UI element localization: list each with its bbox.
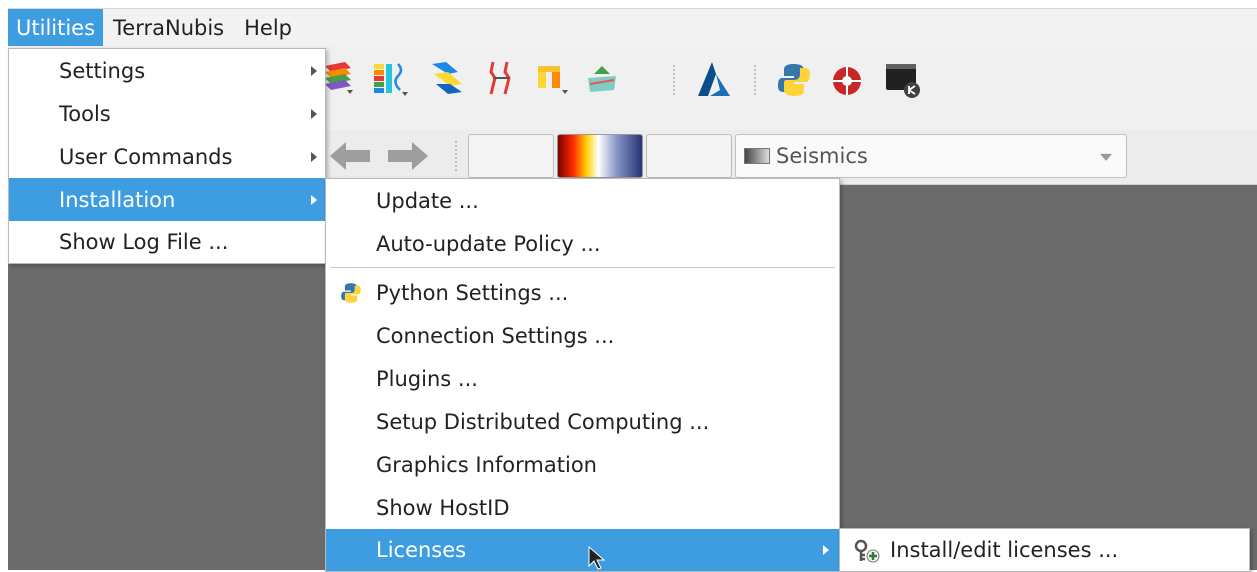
well-icon[interactable] [536,62,572,98]
chevron-right-icon [311,194,317,205]
utilities-menu: Settings Tools User Commands Installatio… [8,48,326,264]
chevron-right-icon [311,108,317,119]
menu-item-label: Install/edit licenses ... [890,538,1119,562]
toolbar-separator [753,64,757,96]
menu-item-label: Settings [59,58,146,83]
menu-item-label: Installation [59,187,176,212]
menu-item-installation[interactable]: Installation [9,178,325,221]
menu-item-label: Python Settings ... [376,280,569,305]
colorbar-selector[interactable] [557,134,643,178]
chevron-right-icon [823,545,829,555]
horizon-icon[interactable] [428,58,468,98]
menu-utilities[interactable]: Utilities [8,9,104,47]
chevron-right-icon [311,65,317,76]
menu-item-setup-distributed-computing[interactable]: Setup Distributed Computing ... [326,400,839,443]
installation-submenu: Update ... Auto-update Policy ... Python… [325,178,840,572]
menu-item-label: Connection Settings ... [376,323,615,348]
menu-item-connection-settings[interactable]: Connection Settings ... [326,314,839,357]
layers-icon[interactable] [321,60,355,96]
azure-icon[interactable] [694,60,734,100]
menu-item-plugins[interactable]: Plugins ... [326,357,839,400]
attribute-icon[interactable] [584,64,620,96]
color-max-button[interactable] [646,134,732,178]
mouse-cursor-icon [588,546,606,570]
seismics-icon [744,148,770,164]
menu-item-label: Update ... [376,188,479,213]
menu-item-label: User Commands [59,144,233,169]
menu-item-label: Plugins ... [376,366,478,391]
menu-item-update[interactable]: Update ... [326,179,839,222]
menu-item-show-hostid[interactable]: Show HostID [326,486,839,529]
menu-item-label: Tools [59,101,111,126]
python-icon [341,283,361,303]
toolbar-separator [672,64,676,96]
menu-item-label: Setup Distributed Computing ... [376,409,710,434]
menu-item-licenses[interactable]: Licenses [326,529,839,571]
python-icon[interactable] [776,62,812,98]
license-key-icon [854,539,880,563]
licenses-submenu: Install/edit licenses ... [839,528,1250,572]
network-icon[interactable] [830,64,864,98]
menu-help[interactable]: Help [234,9,302,47]
menu-item-label: Show HostID [376,495,510,520]
arrow-left-icon[interactable] [328,140,372,172]
menu-item-auto-update-policy[interactable]: Auto-update Policy ... [326,222,839,265]
menu-item-install-edit-licenses[interactable]: Install/edit licenses ... [840,529,1249,571]
seismics-dropdown[interactable]: Seismics [735,134,1127,178]
menu-item-user-commands[interactable]: User Commands [9,135,325,178]
terminal-icon[interactable] [884,60,924,100]
toolbar-separator [454,140,458,172]
menu-bar: Utilities TerraNubis Help [8,8,1257,47]
menu-item-show-log-file[interactable]: Show Log File ... [9,221,325,263]
log-bars-icon[interactable] [372,60,412,98]
menu-item-tools[interactable]: Tools [9,92,325,135]
chevron-right-icon [311,151,317,162]
menu-terranubis[interactable]: TerraNubis [103,9,234,47]
menu-item-settings[interactable]: Settings [9,49,325,92]
seismics-label: Seismics [776,144,868,168]
menu-item-label: Show Log File ... [59,230,229,254]
menu-item-label: Graphics Information [376,452,597,477]
menu-item-label: Licenses [376,538,467,562]
color-min-button[interactable] [468,134,554,178]
menu-item-graphics-information[interactable]: Graphics Information [326,443,839,486]
arrow-right-icon[interactable] [386,140,430,172]
menu-divider [330,267,835,268]
fault-icon[interactable] [485,60,517,96]
menu-item-python-settings[interactable]: Python Settings ... [326,271,839,314]
menu-item-label: Auto-update Policy ... [376,231,601,256]
chevron-down-icon [1100,153,1112,161]
